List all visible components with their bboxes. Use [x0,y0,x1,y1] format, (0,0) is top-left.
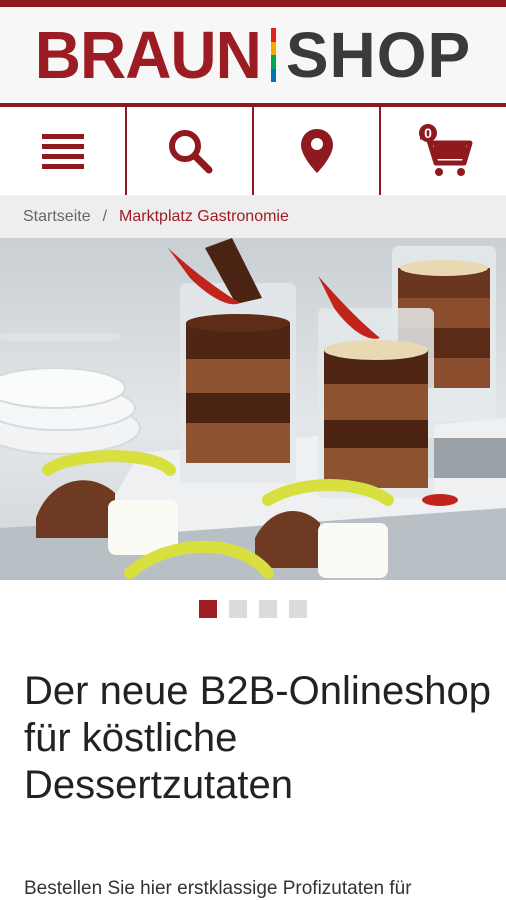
carousel-dot-3[interactable] [259,600,277,618]
carousel-dot-2[interactable] [229,600,247,618]
hero-carousel-image[interactable] [0,238,506,580]
logo-bar: BRAUN SHOP [0,7,506,103]
breadcrumb: Startseite / Marktplatz Gastronomie [0,195,506,238]
logo-color-separator [270,28,276,82]
search-icon [168,130,212,174]
carousel-dot-1[interactable] [199,600,217,618]
logo-text-shop: SHOP [285,19,472,91]
logo-text-braun: BRAUN [34,17,262,93]
dessert-glasses-image [0,238,506,580]
breadcrumb-current[interactable]: Marktplatz Gastronomie [119,208,289,226]
cart-button[interactable]: 0 [381,107,506,195]
store-locator-button[interactable] [254,107,381,195]
header-top-rule [0,0,506,7]
cart-count-badge: 0 [424,125,432,141]
page-headline: Der neue B2B-Onlineshop für köstliche De… [24,669,491,807]
carousel-indicators [0,600,506,618]
breadcrumb-separator: / [102,207,108,225]
location-pin-icon [300,129,333,173]
cart-icon: 0 [418,124,472,176]
intro-text: Bestellen Sie hier erstklassige Profizut… [24,878,412,899]
braun-shop-logo[interactable]: BRAUN SHOP [34,17,472,93]
search-button[interactable] [127,107,254,195]
main-nav: 0 [0,107,506,195]
menu-icon [41,134,84,169]
menu-button[interactable] [0,107,127,195]
carousel-dot-4[interactable] [289,600,307,618]
breadcrumb-home-link[interactable]: Startseite [23,208,91,226]
